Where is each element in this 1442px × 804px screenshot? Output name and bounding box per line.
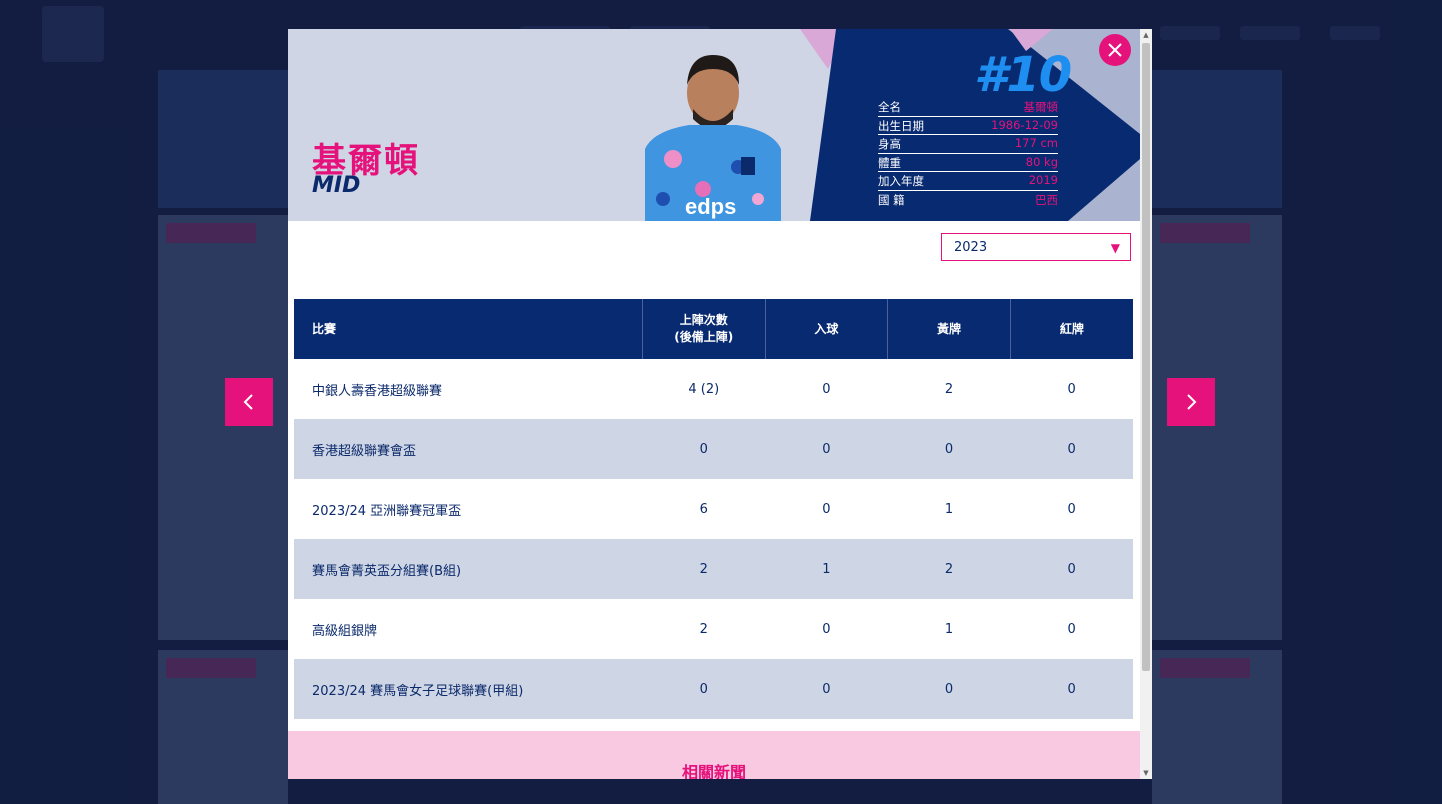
cell-competition: 高級組銀牌 <box>312 623 378 639</box>
cell-competition: 賽馬會菁英盃分組賽(B組) <box>294 539 643 599</box>
cell-apps: 6 <box>699 501 708 517</box>
table-row: 香港超級聯賽會盃 0 0 0 0 <box>294 419 1133 479</box>
cell-goals: 0 <box>822 621 831 637</box>
cell-yellow: 2 <box>944 381 954 397</box>
season-select[interactable]: 2023 ▼ <box>941 233 1131 261</box>
cell-yellow: 1 <box>944 621 954 637</box>
stats-header-row: 比賽 上陣次數 (後備上陣) 入球 黃牌 紅牌 <box>294 299 1133 359</box>
info-value: 2019 <box>1028 173 1058 188</box>
info-label: 國 籍 <box>878 192 905 207</box>
info-label: 身高 <box>878 137 901 152</box>
chevron-left-icon <box>243 394 253 410</box>
cell-red: 0 <box>1067 621 1076 637</box>
info-value: 巴西 <box>1035 192 1058 207</box>
info-row-birthdate: 出生日期 1986-12-09 <box>878 117 1058 136</box>
info-row-fullname: 全名 基爾頓 <box>878 98 1058 117</box>
prev-player-button[interactable] <box>225 378 273 426</box>
player-info-list: 全名 基爾頓 出生日期 1986-12-09 身高 177 cm 體重 80 k… <box>878 98 1058 210</box>
info-row-weight: 體重 80 kg <box>878 154 1058 173</box>
scroll-down-arrow-icon[interactable]: ▼ <box>1140 767 1152 779</box>
cell-goals: 0 <box>822 381 831 397</box>
table-row: 2023/24 賽馬會女子足球聯賽(甲組) 0 0 0 0 <box>294 659 1133 719</box>
cell-competition: 香港超級聯賽會盃 <box>294 419 643 479</box>
info-value: 基爾頓 <box>1023 100 1059 114</box>
info-row-join-year: 加入年度 2019 <box>878 172 1058 191</box>
season-select-value: 2023 <box>954 240 988 255</box>
player-hero: edps 基爾頓 MID #10 全名 基爾頓 出生日期 1986-12-09 … <box>288 29 1140 221</box>
header-apps-line1: 上陣次數 <box>679 313 728 327</box>
cell-yellow: 0 <box>887 419 1011 479</box>
cell-yellow: 2 <box>887 539 1011 599</box>
cell-red: 0 <box>1067 381 1076 397</box>
header-competition: 比賽 <box>294 299 643 359</box>
related-news-title: 相關新聞 <box>681 763 746 779</box>
cell-goals: 0 <box>765 659 888 719</box>
player-position: MID <box>312 173 361 198</box>
close-icon <box>1108 43 1122 57</box>
info-row-height: 身高 177 cm <box>878 135 1058 154</box>
header-apps-line2: (後備上陣) <box>674 330 734 344</box>
caret-down-icon: ▼ <box>1110 241 1120 255</box>
player-modal: edps 基爾頓 MID #10 全名 基爾頓 出生日期 1986-12-09 … <box>288 29 1152 779</box>
header-red-cards: 紅牌 <box>1009 299 1133 359</box>
info-label: 體重 <box>878 155 901 170</box>
header-goals: 入球 <box>764 299 888 359</box>
info-label: 全名 <box>878 100 901 114</box>
cell-goals: 0 <box>765 419 888 479</box>
cell-apps: 2 <box>642 539 766 599</box>
cell-red: 0 <box>1067 501 1076 517</box>
cell-apps: 0 <box>642 659 766 719</box>
player-photo: edps <box>645 55 781 221</box>
cell-red: 0 <box>1010 659 1133 719</box>
header-appearances: 上陣次數 (後備上陣) <box>641 299 766 359</box>
related-news-section: 相關新聞 <box>288 731 1140 779</box>
cell-apps: 0 <box>642 419 766 479</box>
cell-apps: 2 <box>699 621 708 637</box>
info-label: 出生日期 <box>878 118 924 133</box>
cell-competition: 2023/24 亞洲聯賽冠軍盃 <box>312 503 462 519</box>
chevron-right-icon <box>1187 394 1197 410</box>
info-label: 加入年度 <box>878 174 924 189</box>
info-row-nationality: 國 籍 巴西 <box>878 191 1058 210</box>
cell-goals: 1 <box>765 539 888 599</box>
scroll-up-arrow-icon[interactable]: ▲ <box>1140 29 1152 41</box>
info-value: 177 cm <box>1014 136 1058 151</box>
scroll-thumb[interactable] <box>1142 43 1150 671</box>
table-row: 中銀人壽香港超級聯賽 4 (2) 0 2 0 <box>294 359 1133 419</box>
info-value: 80 kg <box>1025 154 1058 169</box>
cell-competition: 中銀人壽香港超級聯賽 <box>312 383 443 399</box>
cell-red: 0 <box>1010 419 1133 479</box>
cell-apps: 4 (2) <box>688 381 720 397</box>
header-yellow-cards: 黃牌 <box>887 299 1011 359</box>
cell-red: 0 <box>1010 539 1133 599</box>
modal-scrollbar[interactable]: ▲ ▼ <box>1140 29 1152 779</box>
cell-competition: 2023/24 賽馬會女子足球聯賽(甲組) <box>294 659 643 719</box>
cell-yellow: 0 <box>887 659 1011 719</box>
jersey-number: #10 <box>974 47 1072 103</box>
cell-yellow: 1 <box>944 501 954 517</box>
cell-goals: 0 <box>822 501 831 517</box>
next-player-button[interactable] <box>1167 378 1215 426</box>
table-row: 高級組銀牌 2 0 1 0 <box>294 599 1133 659</box>
info-value: 1986-12-09 <box>991 117 1058 132</box>
stats-table: 比賽 上陣次數 (後備上陣) 入球 黃牌 紅牌 中銀人壽香港超級聯賽 4 (2) … <box>294 299 1133 719</box>
table-row: 賽馬會菁英盃分組賽(B組) 2 1 2 0 <box>294 539 1133 599</box>
close-button[interactable] <box>1099 34 1131 66</box>
shirt-sponsor-text: edps <box>685 194 736 219</box>
table-row: 2023/24 亞洲聯賽冠軍盃 6 0 1 0 <box>294 479 1133 539</box>
